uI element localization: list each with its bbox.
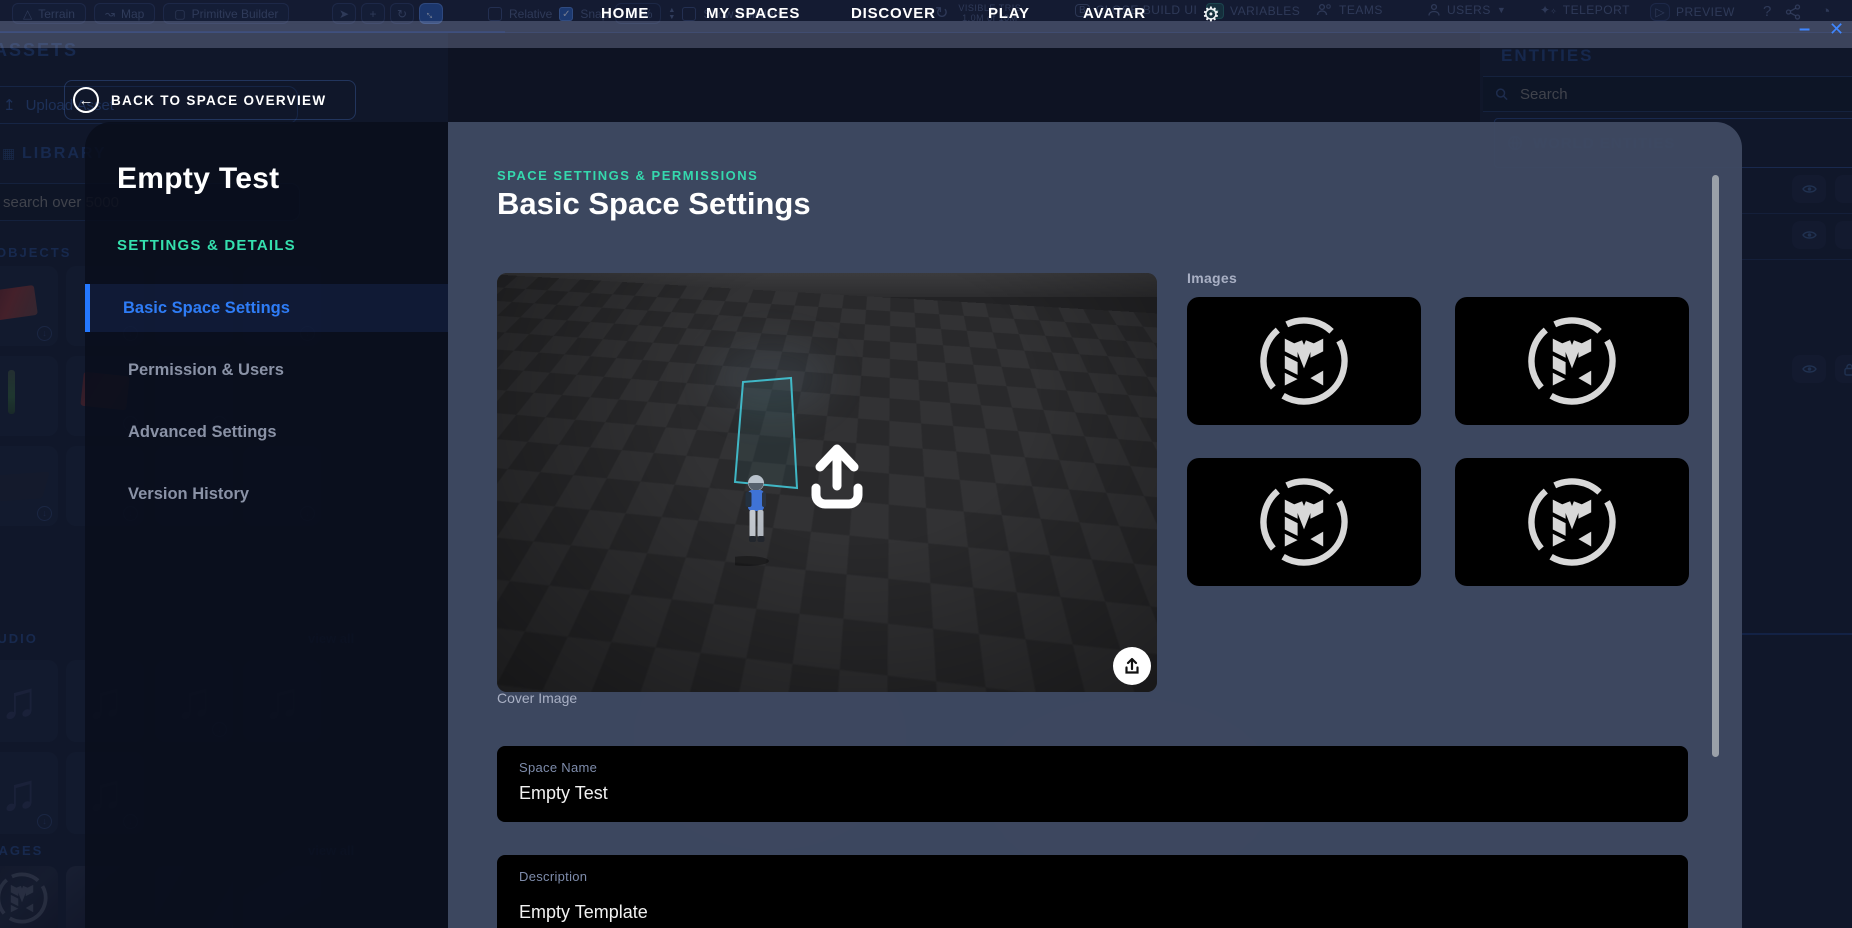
space-image-slot[interactable]	[1187, 297, 1421, 425]
space-settings-modal: Empty Test SETTINGS & DETAILS Basic Spac…	[85, 122, 1742, 928]
description-field[interactable]: Description	[497, 855, 1688, 928]
settings-section-label: SETTINGS & DETAILS	[117, 237, 296, 254]
images-label: Images	[1187, 270, 1237, 286]
settings-eyebrow: SPACE SETTINGS & PERMISSIONS	[497, 168, 758, 183]
settings-gear-icon[interactable]: ⚙	[1202, 2, 1220, 27]
nav-play[interactable]: PLAY	[988, 5, 1030, 22]
modal-scrollbar[interactable]	[1712, 175, 1719, 757]
nav-my-spaces[interactable]: MY SPACES	[706, 5, 800, 22]
description-label: Description	[519, 869, 1666, 884]
space-name-field[interactable]: Space Name	[497, 746, 1688, 822]
nav-avatar[interactable]: AVATAR	[1083, 5, 1146, 22]
description-input[interactable]	[519, 902, 1666, 923]
window-close-button[interactable]: ✕	[1829, 19, 1844, 40]
sidebar-item-permission-users[interactable]: Permission & Users	[85, 346, 448, 394]
app-window: △Terrain ↝Map ▢Primitive Builder ➤ + ↻ ↔…	[0, 0, 1852, 928]
top-nav	[0, 21, 1852, 48]
settings-main: SPACE SETTINGS & PERMISSIONS Basic Space…	[448, 122, 1742, 928]
sidebar-item-version-history[interactable]: Version History	[85, 470, 448, 518]
brand-logo-icon	[1524, 313, 1620, 409]
cover-image-upload-area[interactable]	[497, 273, 1157, 692]
brand-logo-icon	[1524, 474, 1620, 570]
sidebar-item-basic-space-settings[interactable]: Basic Space Settings	[85, 284, 448, 332]
page-title: Basic Space Settings	[497, 186, 811, 222]
window-minimize-button[interactable]: –	[1799, 18, 1810, 41]
space-title: Empty Test	[117, 162, 279, 196]
brand-logo-icon	[1256, 313, 1352, 409]
cover-upload-button[interactable]	[1113, 647, 1151, 685]
space-image-slot[interactable]	[1455, 297, 1689, 425]
brand-logo-icon	[1256, 474, 1352, 570]
back-to-space-overview-button[interactable]: ← BACK TO SPACE OVERVIEW	[64, 80, 356, 120]
space-name-label: Space Name	[519, 760, 1666, 775]
settings-sidebar: Empty Test SETTINGS & DETAILS Basic Spac…	[85, 122, 448, 928]
upload-icon	[1122, 656, 1142, 676]
back-arrow-icon: ←	[73, 87, 99, 113]
nav-home[interactable]: HOME	[601, 5, 649, 22]
scene-vignette	[497, 273, 1157, 692]
space-image-slot[interactable]	[1187, 458, 1421, 586]
space-name-input[interactable]	[519, 783, 1666, 804]
cover-image-label: Cover Image	[497, 690, 577, 706]
sidebar-item-advanced-settings[interactable]: Advanced Settings	[85, 408, 448, 456]
space-image-slot[interactable]	[1455, 458, 1689, 586]
nav-discover[interactable]: DISCOVER	[851, 5, 936, 22]
